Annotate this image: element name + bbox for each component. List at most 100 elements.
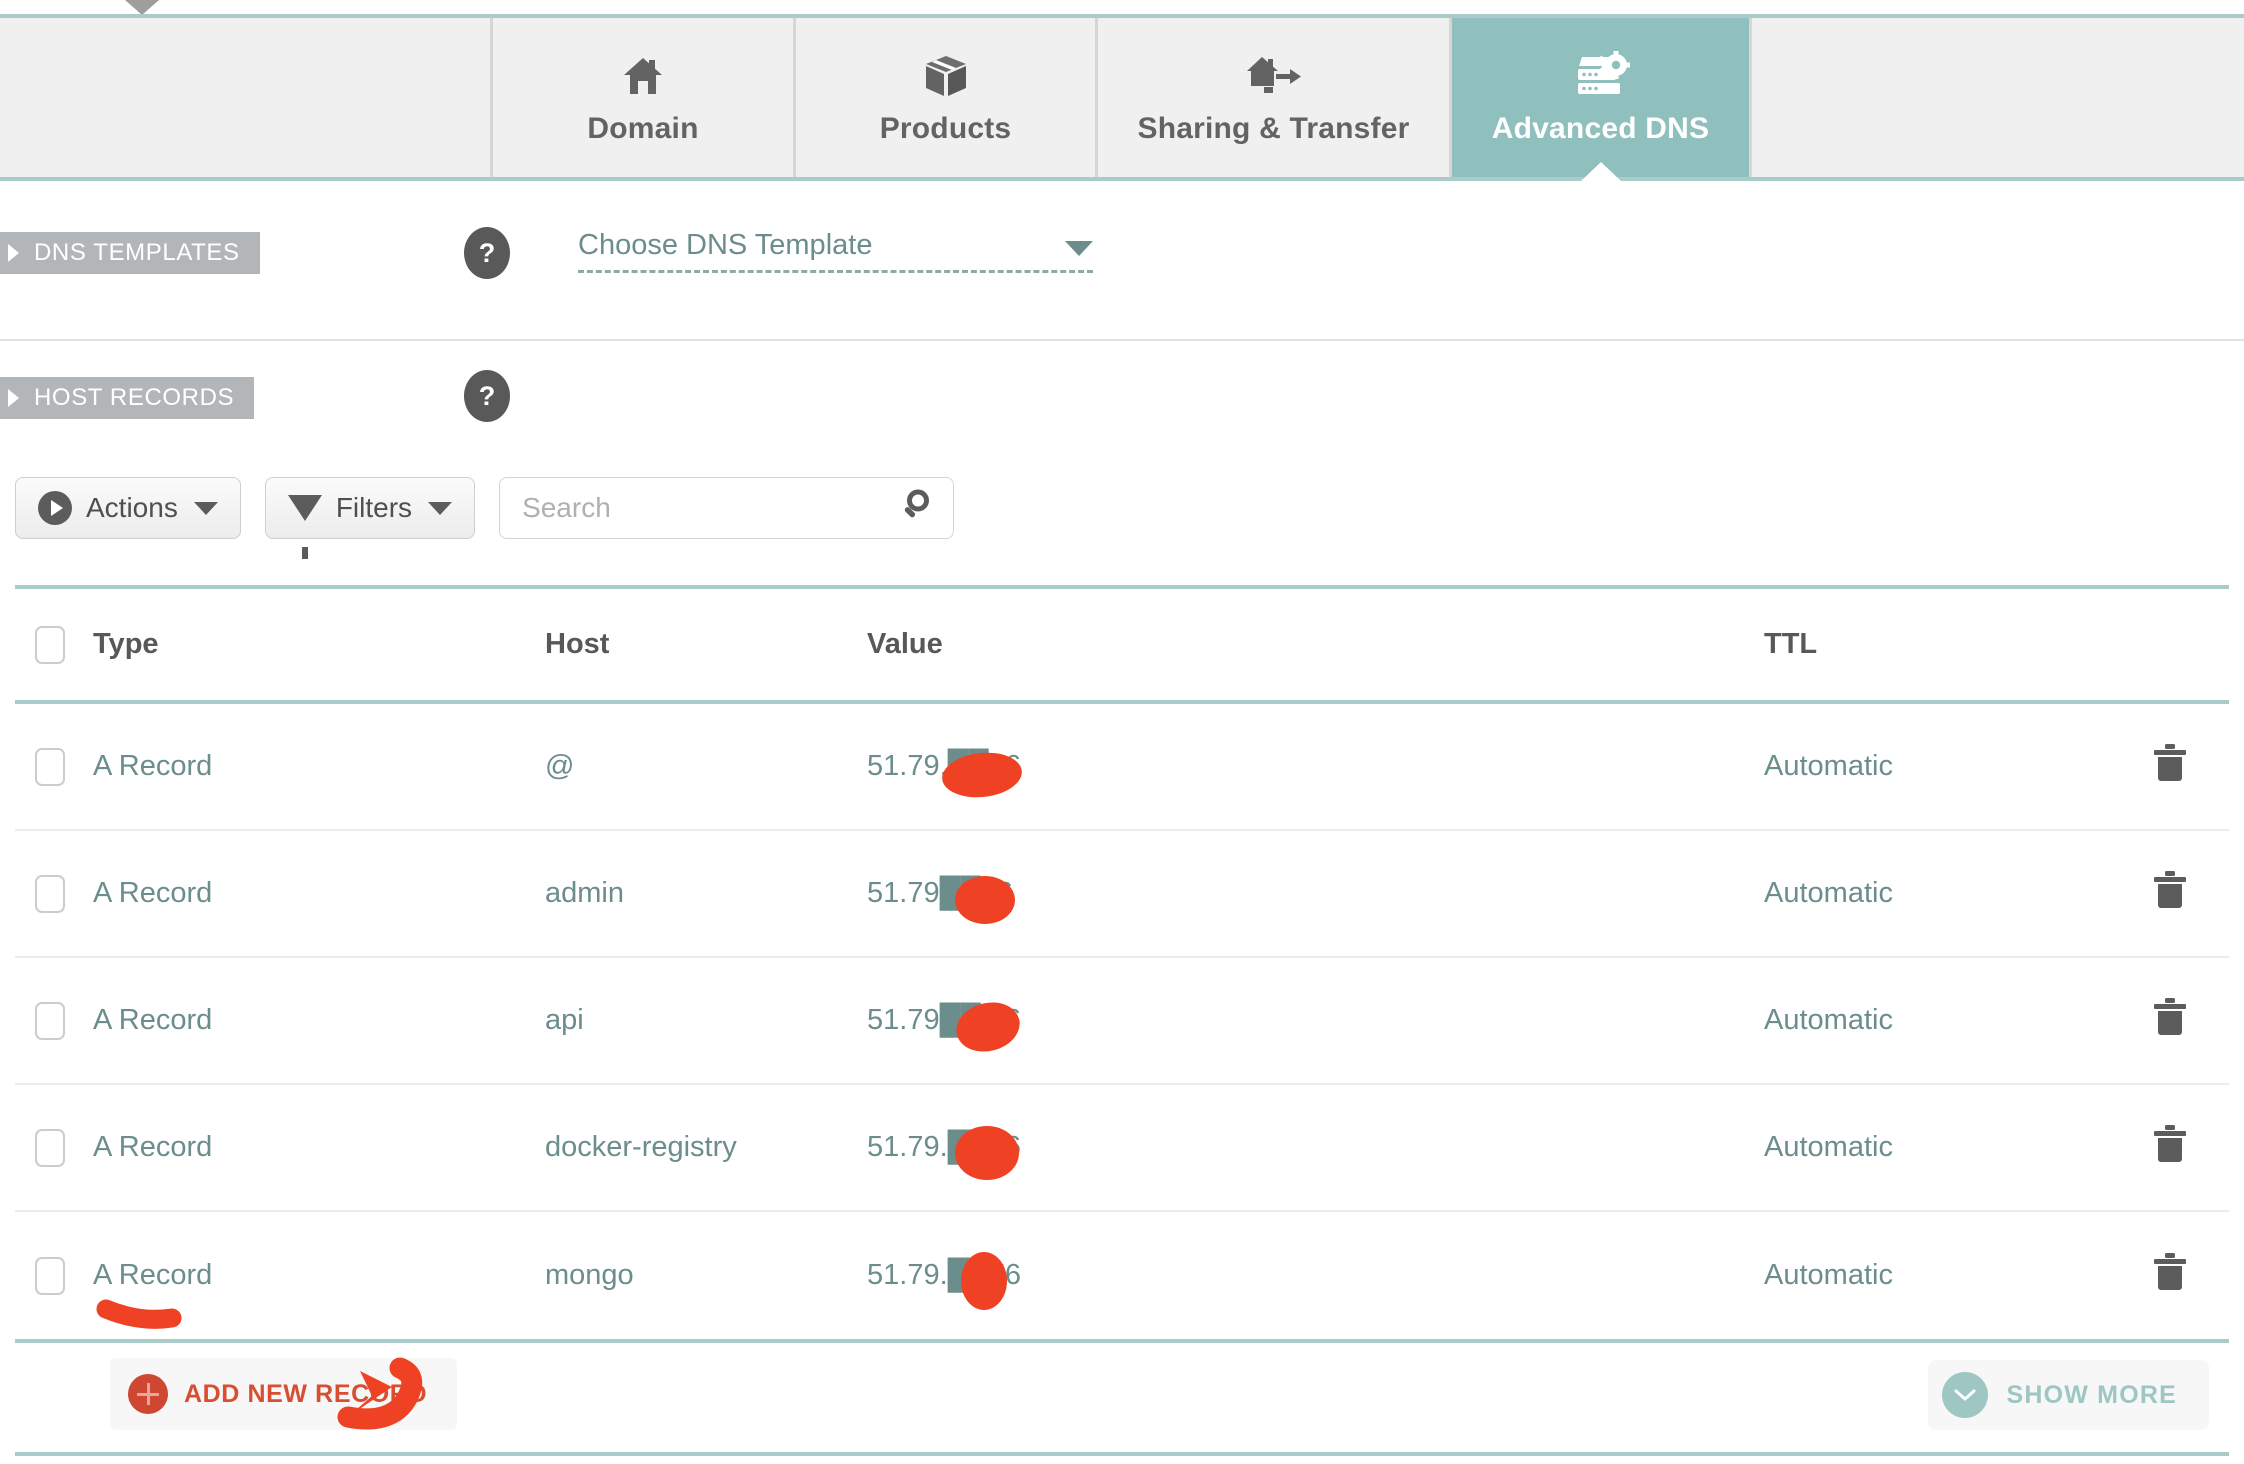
cell-value[interactable]: 51.79██.76: [867, 1004, 1764, 1037]
table-row: A Record admin 51.79██76 Automatic: [15, 831, 2229, 958]
column-header-type[interactable]: Type: [93, 628, 545, 661]
chevron-down-icon: [428, 501, 453, 515]
help-icon-host-records[interactable]: ?: [464, 370, 510, 422]
trash-icon[interactable]: [2153, 870, 2187, 918]
add-new-record-button[interactable]: ADD NEW RECORD: [110, 1358, 458, 1430]
table-row: A Record api 51.79██.76 Automatic: [15, 958, 2229, 1085]
tab-products[interactable]: Products: [796, 18, 1098, 177]
row-select-cell: [15, 1256, 93, 1295]
chevron-down-icon: [193, 501, 218, 515]
cell-value[interactable]: 51.79.██76: [867, 1131, 1764, 1164]
active-tab-pointer-icon: [1580, 162, 1621, 181]
cell-ttl[interactable]: Automatic: [1764, 1004, 2144, 1037]
box-icon: [922, 50, 970, 102]
cell-value[interactable]: 51.79.██76: [867, 1259, 1764, 1292]
cell-ttl[interactable]: Automatic: [1764, 1259, 2144, 1292]
table-bottom-border: [15, 1339, 2229, 1343]
column-header-value[interactable]: Value: [867, 628, 1764, 661]
tabbar-left-spacer: [0, 18, 493, 177]
row-checkbox[interactable]: [35, 1128, 65, 1167]
cell-actions: [2144, 1124, 2229, 1172]
cell-host[interactable]: admin: [545, 877, 867, 910]
show-more-label: SHOW MORE: [2006, 1380, 2177, 1409]
dns-template-select[interactable]: Choose DNS Template: [578, 229, 1093, 273]
table-row: A Record docker-registry 51.79.██76 Automat…: [15, 1085, 2229, 1212]
search-icon[interactable]: [901, 489, 931, 527]
home-arrow-icon: [1244, 50, 1304, 102]
table-header-row: Type Host Value TTL: [15, 589, 2229, 704]
domain-nav-tabbar: Domain Products Sharing & Transfer Advan…: [0, 14, 2244, 181]
tab-domain[interactable]: Domain: [493, 18, 796, 177]
host-records-toolbar: Actions Filters: [15, 477, 955, 559]
row-checkbox[interactable]: [35, 1256, 65, 1295]
show-more-button[interactable]: SHOW MORE: [1928, 1360, 2209, 1430]
dns-template-select-value: Choose DNS Template: [578, 229, 873, 261]
chevron-down-icon: [1065, 241, 1093, 256]
filters-button[interactable]: Filters: [264, 477, 476, 559]
cell-type[interactable]: A Record: [93, 750, 545, 783]
trash-icon[interactable]: [2153, 1252, 2187, 1300]
cell-type[interactable]: A Record: [93, 877, 545, 910]
cell-host[interactable]: docker-registry: [545, 1131, 867, 1164]
tab-advanced-dns-label: Advanced DNS: [1491, 111, 1710, 145]
help-icon-dns-templates-label: ?: [478, 237, 496, 268]
cell-actions: [2144, 870, 2229, 918]
advanced-dns-page: Domain Products Sharing & Transfer Advan…: [0, 0, 2244, 1464]
play-circle-icon: [38, 491, 72, 525]
table-body: A Record @51.79.██76 Automatic A Record admi…: [15, 704, 2229, 1339]
tab-products-label: Products: [879, 111, 1012, 145]
column-header-host[interactable]: Host: [545, 628, 867, 661]
section-tag-dns-templates: DNS TEMPLATES: [0, 232, 260, 274]
funnel-icon: [287, 495, 322, 559]
cell-host[interactable]: mongo: [545, 1259, 867, 1292]
tab-sharing-transfer[interactable]: Sharing & Transfer: [1098, 18, 1452, 177]
tab-advanced-dns[interactable]: Advanced DNS: [1452, 18, 1752, 181]
filters-button-label: Filters: [335, 492, 413, 523]
page-bottom-border: [15, 1452, 2229, 1456]
cell-actions: [2144, 1252, 2229, 1300]
select-all-checkbox[interactable]: [35, 625, 65, 664]
actions-button-label: Actions: [86, 492, 178, 523]
cell-type[interactable]: A Record: [93, 1004, 545, 1037]
host-records-table: Type Host Value TTL A Record @51.79.██76 A…: [15, 585, 2229, 1343]
add-new-record-label: ADD NEW RECORD: [184, 1379, 428, 1408]
help-icon-host-records-label: ?: [478, 380, 496, 411]
trash-icon[interactable]: [2153, 743, 2187, 791]
cell-ttl[interactable]: Automatic: [1764, 1131, 2144, 1164]
help-icon-dns-templates[interactable]: ?: [464, 227, 510, 279]
cell-host[interactable]: api: [545, 1004, 867, 1037]
trash-icon[interactable]: [2153, 997, 2187, 1045]
home-icon: [620, 50, 666, 102]
cell-actions: [2144, 743, 2229, 791]
cell-actions: [2144, 997, 2229, 1045]
section-tag-host-records-label: HOST RECORDS: [34, 384, 235, 411]
row-select-cell: [15, 1001, 93, 1040]
actions-button[interactable]: Actions: [15, 477, 241, 539]
trash-icon[interactable]: [2153, 1124, 2187, 1172]
tab-domain-label: Domain: [587, 111, 699, 145]
cell-host[interactable]: @: [545, 750, 867, 783]
cell-type[interactable]: A Record: [93, 1259, 545, 1292]
server-gear-icon: [1572, 50, 1630, 102]
section-tag-host-records: HOST RECORDS: [0, 377, 255, 419]
tabbar-right-spacer: [1752, 18, 2244, 177]
cell-ttl[interactable]: Automatic: [1764, 877, 2144, 910]
select-all-cell: [15, 625, 93, 664]
row-checkbox[interactable]: [35, 1001, 65, 1040]
cell-type[interactable]: A Record: [93, 1131, 545, 1164]
row-checkbox[interactable]: [35, 874, 65, 913]
page-top-caret-icon: [125, 0, 159, 15]
column-header-ttl[interactable]: TTL: [1764, 628, 2144, 661]
row-select-cell: [15, 1128, 93, 1167]
search-input[interactable]: [500, 492, 954, 524]
cell-value[interactable]: 51.79.██76: [867, 750, 1764, 783]
plus-circle-icon: [128, 1374, 168, 1414]
row-checkbox[interactable]: [35, 747, 65, 786]
search-box[interactable]: [499, 477, 955, 539]
table-footer: ADD NEW RECORD SHOW MORE: [15, 1350, 2229, 1440]
cell-value[interactable]: 51.79██76: [867, 877, 1764, 910]
cell-ttl[interactable]: Automatic: [1764, 750, 2144, 783]
row-select-cell: [15, 747, 93, 786]
table-row: A Record mongo 51.79.██76 Automatic: [15, 1212, 2229, 1339]
section-tag-dns-templates-label: DNS TEMPLATES: [34, 239, 240, 266]
